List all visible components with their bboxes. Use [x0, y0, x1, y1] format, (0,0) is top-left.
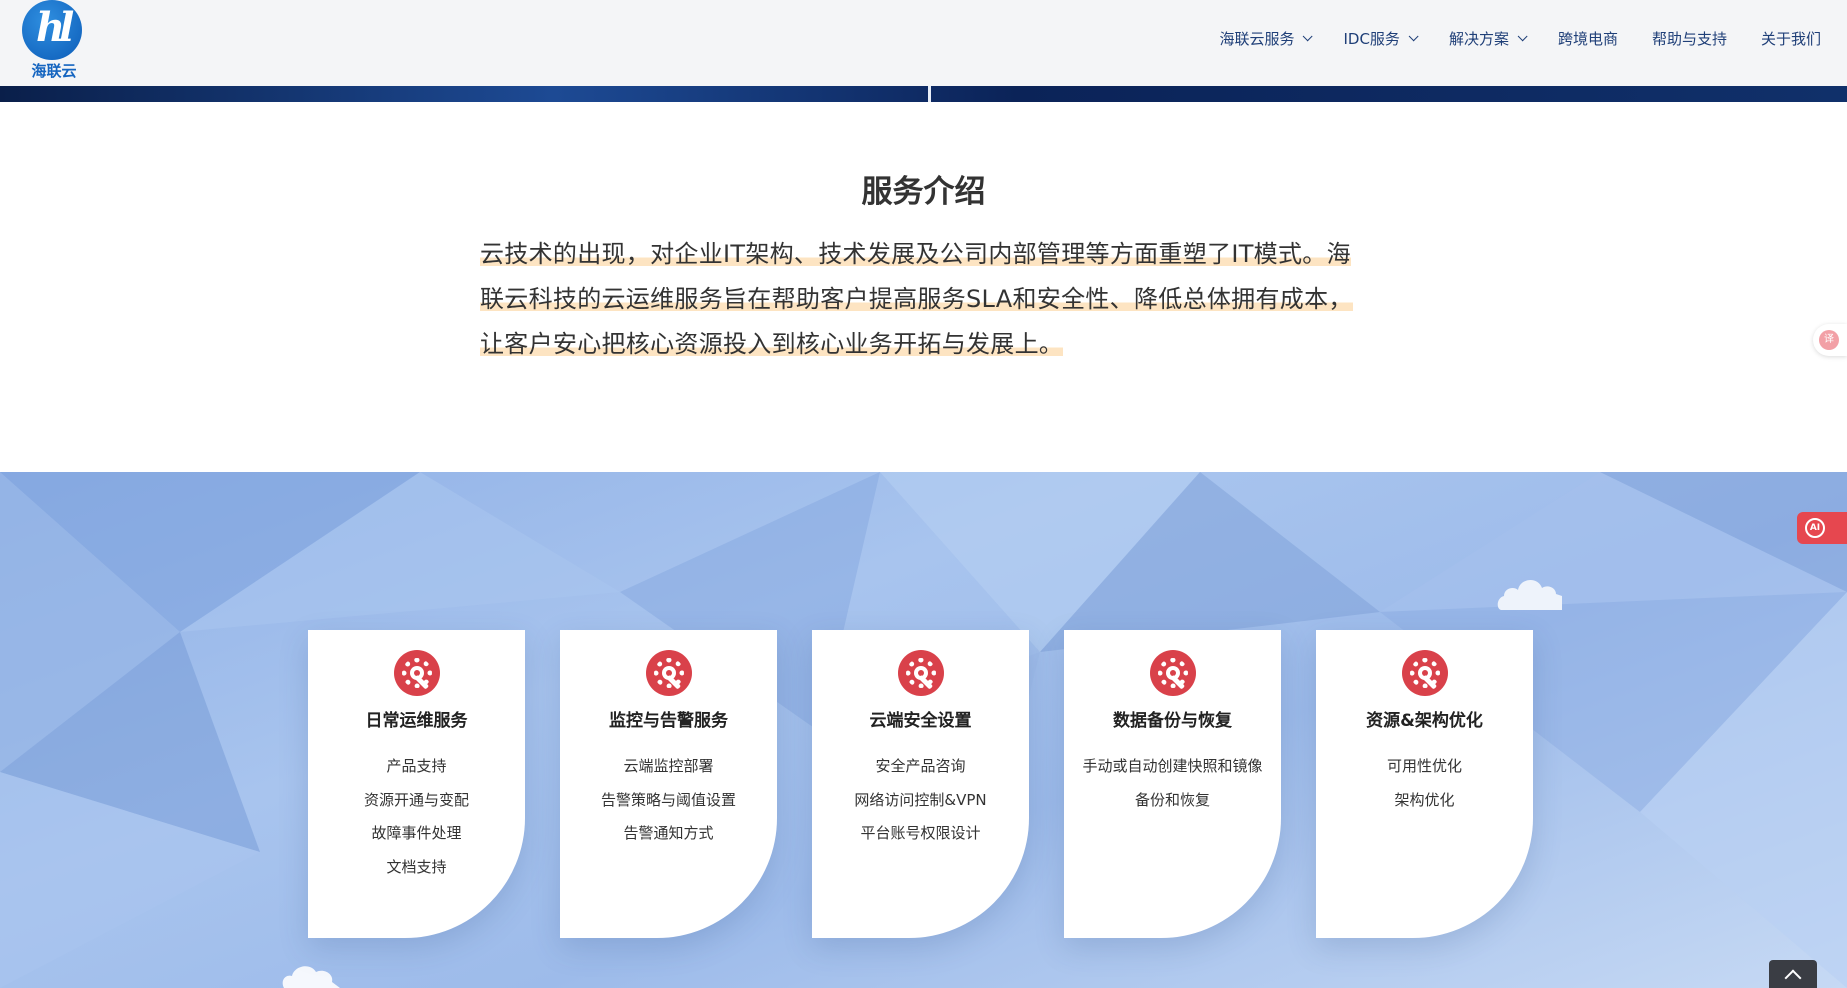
list-item: 安全产品咨询: [875, 757, 966, 775]
nav-label: 海联云服务: [1219, 30, 1295, 48]
chevron-down-icon: [1303, 31, 1314, 42]
service-card-cloud-security: 云端安全设置 安全产品咨询 网络访问控制&VPN 平台账号权限设计: [812, 630, 1029, 938]
nav-item-cross-border-ecommerce[interactable]: 跨境电商: [1558, 28, 1618, 49]
site-logo[interactable]: hl 海联云: [20, 0, 86, 80]
list-item: 架构优化: [1394, 790, 1455, 809]
ai-icon: AI: [1805, 518, 1825, 538]
service-card-architecture-optimization: 资源&架构优化 可用性优化 架构优化: [1316, 630, 1533, 938]
service-card-monitoring-alerts: 监控与告警服务 云端监控部署 告警策略与阈值设置 告警通知方式: [560, 630, 777, 938]
logo-mark-icon: hl: [22, 0, 82, 60]
cloud-icon: [282, 966, 340, 988]
nav-label: 帮助与支持: [1651, 30, 1727, 48]
card-item-list: 可用性优化 架构优化: [1316, 750, 1533, 817]
nav-label: 跨境电商: [1557, 30, 1618, 48]
list-item: 可用性优化: [1386, 757, 1462, 775]
list-item: 备份和恢复: [1134, 790, 1210, 809]
site-header: hl 海联云 海联云服务 IDC服务 解决方案 跨境电商 帮助与支持 关于我们: [0, 0, 1847, 86]
service-card-backup-recovery: 数据备份与恢复 手动或自动创建快照和镜像 备份和恢复: [1064, 630, 1281, 938]
nav-label: 关于我们: [1760, 30, 1821, 48]
nav-label: 解决方案: [1448, 30, 1509, 48]
card-title: 监控与告警服务: [609, 711, 728, 731]
nav-item-about-us[interactable]: 关于我们: [1761, 28, 1821, 49]
list-item: 故障事件处理: [371, 824, 462, 842]
chevron-down-icon: [1517, 31, 1528, 42]
translate-icon: 译: [1819, 330, 1839, 350]
chevron-down-icon: [1408, 31, 1419, 42]
card-item-list: 产品支持 资源开通与变配 故障事件处理 文档支持: [308, 750, 525, 884]
list-item: 文档支持: [386, 857, 447, 876]
gear-wrench-icon: [646, 650, 692, 696]
list-item: 平台账号权限设计: [860, 824, 981, 842]
card-title: 云端安全设置: [869, 711, 972, 731]
banner-divider: [928, 86, 931, 102]
list-item: 告警策略与阈值设置: [600, 790, 736, 809]
chevron-up-icon: [1784, 969, 1802, 987]
services-section: AI 日常运维服务 产品支持 资源开通与变配 故障事件处理 文档支持 监控与告警…: [0, 472, 1847, 988]
list-item: 告警通知方式: [623, 824, 714, 842]
gear-wrench-icon: [1150, 650, 1196, 696]
service-card-daily-ops: 日常运维服务 产品支持 资源开通与变配 故障事件处理 文档支持: [308, 630, 525, 938]
intro-line: 联云科技的云运维服务旨在帮助客户提高服务SLA和安全性、降低总体拥有成本，: [480, 285, 1353, 313]
section-title-text: 服务介绍: [862, 166, 986, 211]
card-item-list: 手动或自动创建快照和镜像 备份和恢复: [1064, 750, 1281, 817]
nav-item-solutions[interactable]: 解决方案: [1448, 28, 1528, 49]
nav-item-hailian-cloud-services[interactable]: 海联云服务: [1219, 28, 1314, 49]
ai-assistant-widget[interactable]: AI: [1797, 512, 1847, 544]
list-item: 云端监控部署: [623, 757, 714, 775]
list-item: 网络访问控制&VPN: [854, 790, 987, 809]
service-intro-section: 服务介绍 云技术的出现，对企业IT架构、技术发展及公司内部管理等方面重塑了IT模…: [0, 102, 1847, 472]
nav-label: IDC服务: [1343, 30, 1400, 48]
list-item: 手动或自动创建快照和镜像: [1082, 757, 1263, 775]
card-title: 资源&架构优化: [1366, 711, 1483, 731]
gear-wrench-icon: [898, 650, 944, 696]
gear-wrench-icon: [394, 650, 440, 696]
list-item: 资源开通与变配: [363, 790, 469, 809]
card-item-list: 安全产品咨询 网络访问控制&VPN 平台账号权限设计: [812, 750, 1029, 851]
logo-text: 海联云: [31, 62, 77, 80]
card-item-list: 云端监控部署 告警策略与阈值设置 告警通知方式: [560, 750, 777, 851]
translate-widget[interactable]: 译: [1813, 324, 1847, 356]
intro-line: 让客户安心把核心资源投入到核心业务开拓与发展上。: [480, 330, 1064, 358]
card-title: 日常运维服务: [365, 711, 468, 731]
main-nav: 海联云服务 IDC服务 解决方案 跨境电商 帮助与支持 关于我们: [1185, 28, 1821, 49]
intro-paragraph: 云技术的出现，对企业IT架构、技术发展及公司内部管理等方面重塑了IT模式。海 联…: [480, 232, 1360, 367]
hero-banner-edge: [0, 86, 1847, 102]
section-title: 服务介绍: [0, 166, 1847, 211]
card-title: 数据备份与恢复: [1113, 711, 1232, 731]
intro-line: 云技术的出现，对企业IT架构、技术发展及公司内部管理等方面重塑了IT模式。海: [480, 240, 1351, 268]
back-to-top-button[interactable]: [1769, 960, 1817, 988]
cloud-icon: [1497, 579, 1562, 610]
list-item: 产品支持: [386, 757, 447, 775]
gear-wrench-icon: [1402, 650, 1448, 696]
nav-item-help-support[interactable]: 帮助与支持: [1652, 28, 1727, 49]
nav-item-idc-services[interactable]: IDC服务: [1343, 28, 1419, 49]
